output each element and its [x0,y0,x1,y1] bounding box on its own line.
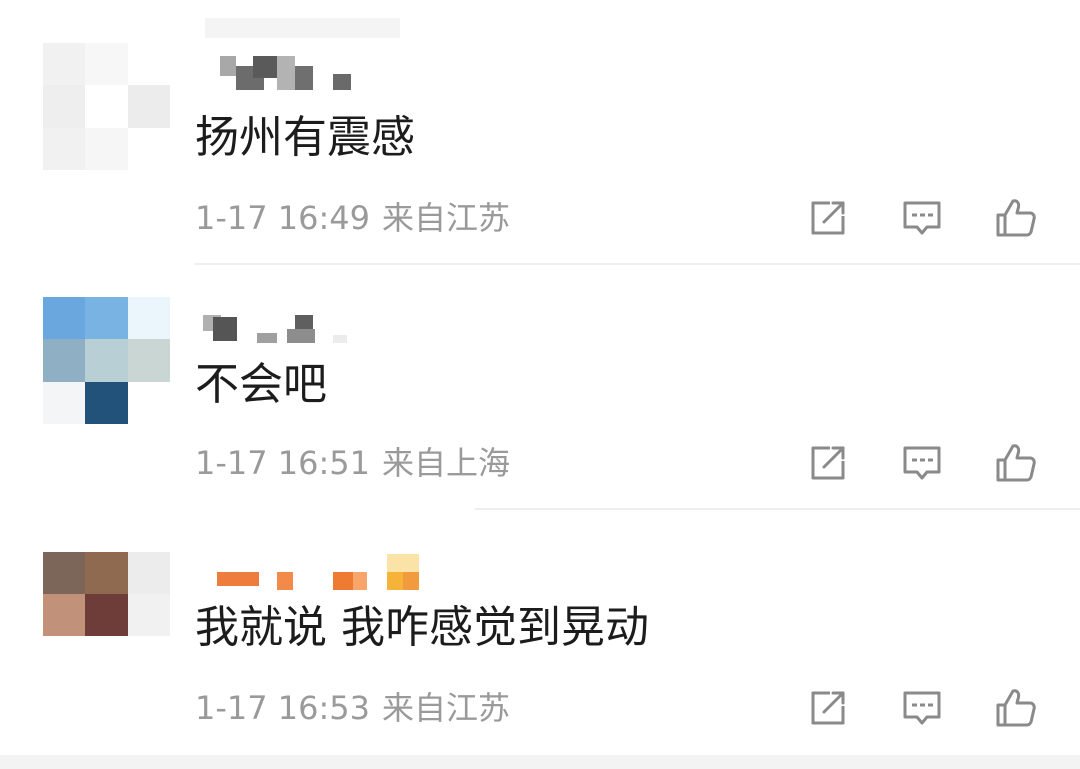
avatar-pixel [85,297,128,340]
comment-time: 1-17 16:51 [195,444,371,482]
bottom-divider [0,755,1080,769]
share-button[interactable] [806,196,850,240]
avatar-pixel [43,339,86,382]
avatar-pixel [127,552,170,594]
avatar-pixel [85,552,128,594]
comment-item[interactable]: 扬州有震感 1-17 16:49 来自江苏 [0,0,1080,265]
comment-text: 我就说 我咋感觉到晃动 [195,602,649,653]
comment-time: 1-17 16:49 [195,199,371,237]
avatar-pixel [85,43,128,86]
comment-meta: 1-17 16:53 来自江苏 [195,686,510,730]
avatar[interactable] [43,43,170,170]
comment-icon [903,691,941,725]
avatar-pixel [127,339,170,382]
avatar-pixel [43,552,86,594]
avatar-pixel [43,297,86,340]
reply-button[interactable] [900,196,944,240]
avatar-pixel [43,43,86,86]
avatar-pixel [127,381,170,424]
comment-text: 扬州有震感 [195,112,415,163]
username-redacted[interactable] [195,550,435,592]
avatar-pixel [127,594,170,636]
comment-item[interactable]: 不会吧 1-17 16:51 来自上海 [0,245,1080,510]
thumbs-up-icon [996,444,1036,482]
comment-icon [903,446,941,480]
comment-meta: 1-17 16:49 来自江苏 [195,196,510,240]
avatar-pixel [127,43,170,86]
like-button[interactable] [994,441,1038,485]
share-button[interactable] [806,686,850,730]
reply-button[interactable] [900,686,944,730]
share-icon [811,201,845,235]
username-redacted[interactable] [195,38,435,90]
avatar[interactable] [43,297,170,424]
avatar-pixel [43,594,86,636]
like-button[interactable] [994,686,1038,730]
thumbs-up-icon [996,199,1036,237]
avatar-pixel [85,85,128,128]
avatar-pixel [85,381,128,424]
comment-time: 1-17 16:53 [195,689,371,727]
avatar-pixel [127,297,170,340]
avatar-pixel [85,127,128,170]
avatar[interactable] [43,552,170,636]
avatar-pixel [43,127,86,170]
comment-source: 来自江苏 [382,689,511,727]
avatar-pixel [127,127,170,170]
share-icon [811,691,845,725]
share-icon [811,446,845,480]
comment-source: 来自江苏 [382,199,511,237]
reply-button[interactable] [900,441,944,485]
comment-item[interactable]: 我就说 我咋感觉到晃动 1-17 16:53 来自江苏 [0,490,1080,735]
avatar-pixel [43,381,86,424]
like-button[interactable] [994,196,1038,240]
comment-source: 来自上海 [382,444,511,482]
thumbs-up-icon [996,689,1036,727]
share-button[interactable] [806,441,850,485]
avatar-pixel [127,85,170,128]
comment-icon [903,201,941,235]
comment-text: 不会吧 [195,359,327,410]
avatar-pixel [85,594,128,636]
avatar-pixel [43,85,86,128]
avatar-pixel [85,339,128,382]
username-redacted[interactable] [195,307,435,349]
comment-meta: 1-17 16:51 来自上海 [195,441,510,485]
